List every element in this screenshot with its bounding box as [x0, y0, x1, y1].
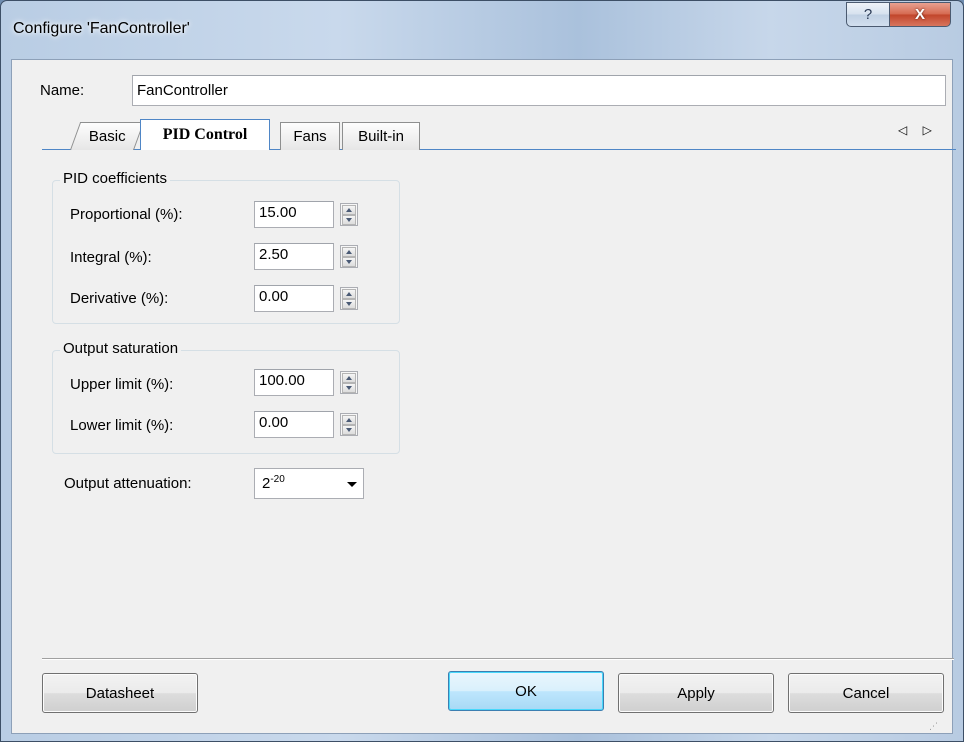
resize-grip-icon[interactable]: ⋰: [929, 721, 938, 732]
tab-pid-control-label: PID Control: [162, 126, 248, 143]
output-attenuation-label: Output attenuation:: [64, 475, 192, 492]
proportional-spin-down[interactable]: [342, 215, 356, 225]
close-icon: X: [914, 6, 925, 23]
derivative-label: Derivative (%):: [70, 290, 169, 307]
cancel-button[interactable]: Cancel: [788, 673, 944, 713]
cancel-button-label: Cancel: [842, 684, 890, 702]
proportional-label: Proportional (%):: [70, 206, 183, 223]
button-separator: [42, 658, 954, 660]
lower-limit-value: 0.00: [259, 414, 289, 431]
spin-up-icon: [346, 208, 352, 212]
integral-input[interactable]: 2.50: [254, 243, 334, 270]
derivative-spinner[interactable]: [340, 287, 358, 310]
spin-up-icon: [346, 376, 352, 380]
proportional-spinner[interactable]: [340, 203, 358, 226]
upper-limit-spin-up[interactable]: [342, 373, 356, 383]
name-input[interactable]: FanController: [132, 75, 946, 106]
help-icon: ?: [863, 6, 873, 23]
tab-basic-label: Basic: [88, 128, 126, 145]
apply-button-label: Apply: [677, 684, 715, 702]
datasheet-button-label: Datasheet: [85, 684, 155, 702]
spin-down-icon: [346, 302, 352, 306]
output-attenuation-value: 2-20: [262, 474, 285, 493]
spin-down-icon: [346, 218, 352, 222]
close-button[interactable]: X: [889, 2, 951, 27]
pid-coefficients-title: PID coefficients: [60, 170, 170, 187]
spin-up-icon: [346, 292, 352, 296]
proportional-value: 15.00: [259, 204, 297, 221]
lower-limit-input[interactable]: 0.00: [254, 411, 334, 438]
integral-spin-up[interactable]: [342, 247, 356, 257]
integral-value: 2.50: [259, 246, 289, 263]
help-button[interactable]: ?: [846, 2, 890, 27]
upper-limit-spin-down[interactable]: [342, 383, 356, 393]
window-title: Configure 'FanController': [13, 20, 190, 37]
tab-built-in-label: Built-in: [358, 128, 404, 145]
dialog-client-area: Name: FanController Basic Fans Built-in …: [11, 59, 956, 734]
lower-limit-spin-up[interactable]: [342, 415, 356, 425]
lower-limit-spinner[interactable]: [340, 413, 358, 436]
integral-label: Integral (%):: [70, 249, 152, 266]
derivative-value: 0.00: [259, 288, 289, 305]
integral-spin-down[interactable]: [342, 257, 356, 267]
tab-built-in[interactable]: Built-in: [342, 122, 420, 150]
name-value: FanController: [137, 82, 228, 99]
name-label: Name:: [40, 82, 85, 99]
spin-down-icon: [346, 386, 352, 390]
upper-limit-spinner[interactable]: [340, 371, 358, 394]
lower-limit-spin-down[interactable]: [342, 425, 356, 435]
output-saturation-title: Output saturation: [60, 340, 182, 357]
output-attenuation-select[interactable]: 2-20: [254, 468, 364, 499]
lower-limit-label: Lower limit (%):: [70, 417, 174, 434]
upper-limit-value: 100.00: [259, 372, 305, 389]
spin-down-icon: [346, 428, 352, 432]
proportional-input[interactable]: 15.00: [254, 201, 334, 228]
derivative-input[interactable]: 0.00: [254, 285, 334, 312]
title-bar[interactable]: Configure 'FanController' ? X: [1, 1, 963, 59]
ok-button[interactable]: OK: [448, 671, 604, 711]
tab-basic[interactable]: Basic: [70, 122, 145, 150]
upper-limit-input[interactable]: 100.00: [254, 369, 334, 396]
upper-limit-label: Upper limit (%):: [70, 376, 174, 393]
chevron-down-icon: [347, 482, 357, 487]
datasheet-button[interactable]: Datasheet: [42, 673, 198, 713]
tab-fans-label: Fans: [293, 128, 327, 145]
ok-button-label: OK: [515, 682, 537, 700]
output-saturation-group: [52, 350, 400, 454]
derivative-spin-down[interactable]: [342, 299, 356, 309]
integral-spinner[interactable]: [340, 245, 358, 268]
spin-down-icon: [346, 260, 352, 264]
tab-pid-control[interactable]: PID Control: [140, 119, 270, 150]
output-attenuation-exponent: -20: [270, 474, 285, 485]
spin-up-icon: [346, 418, 352, 422]
spin-up-icon: [346, 250, 352, 254]
tab-scroll-arrows-icon[interactable]: ◁ ▷: [898, 123, 938, 137]
proportional-spin-up[interactable]: [342, 205, 356, 215]
tab-fans[interactable]: Fans: [280, 122, 340, 150]
apply-button[interactable]: Apply: [618, 673, 774, 713]
configure-dialog: Configure 'FanController' ? X Name: FanC…: [0, 0, 964, 742]
derivative-spin-up[interactable]: [342, 289, 356, 299]
